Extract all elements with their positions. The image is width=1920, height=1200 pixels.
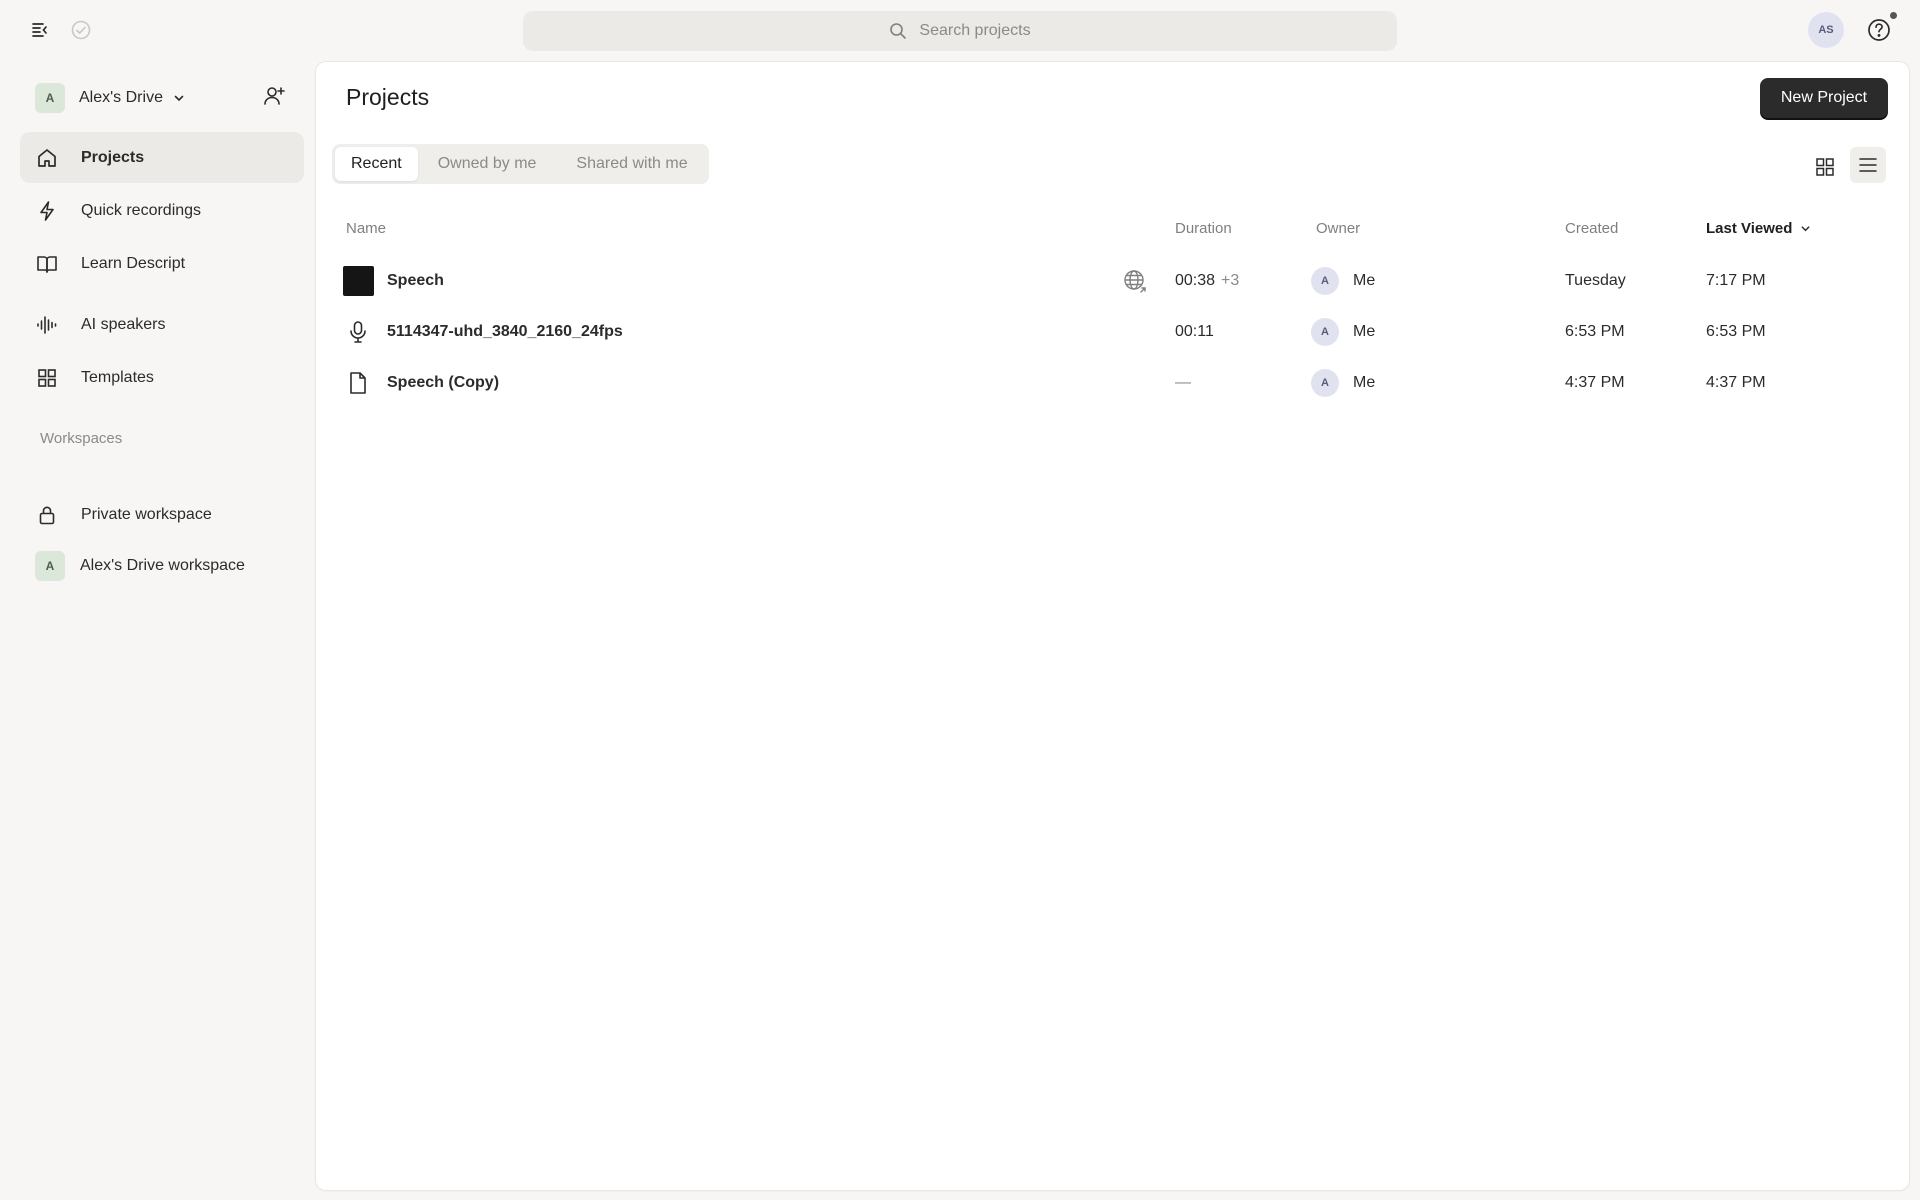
sidebar-item-label: Private workspace bbox=[81, 505, 212, 523]
created-date: 4:37 PM bbox=[1565, 373, 1625, 391]
search-bar[interactable]: Search projects bbox=[523, 11, 1397, 51]
filter-tabs: Recent Owned by me Shared with me bbox=[332, 144, 709, 184]
duration-value: 00:11 bbox=[1175, 322, 1214, 340]
column-header-duration[interactable]: Duration bbox=[1175, 220, 1232, 237]
sidebar-item-private-workspace[interactable]: Private workspace bbox=[20, 489, 304, 540]
duration-value: — bbox=[1175, 373, 1191, 391]
sidebar-item-label: Projects bbox=[81, 148, 145, 166]
search-placeholder: Search projects bbox=[919, 22, 1031, 39]
owner-name: Me bbox=[1353, 322, 1376, 340]
sidebar-item-templates[interactable]: Templates bbox=[20, 352, 304, 403]
column-header-last-viewed[interactable]: Last Viewed bbox=[1706, 220, 1811, 237]
grid-icon bbox=[36, 365, 76, 391]
tab-owned-by-me[interactable]: Owned by me bbox=[418, 147, 557, 181]
sidebar-item-drive-workspace[interactable]: A Alex's Drive workspace bbox=[20, 540, 304, 591]
chevron-down-icon bbox=[173, 92, 185, 104]
last-viewed-date: 7:17 PM bbox=[1706, 271, 1766, 289]
workspace-avatar: A bbox=[35, 550, 75, 581]
drive-name: Alex's Drive bbox=[79, 89, 163, 106]
column-header-created[interactable]: Created bbox=[1565, 220, 1618, 237]
duration: 00:11 bbox=[1175, 306, 1214, 357]
table-row[interactable]: Speech (Copy) — A Me 4:37 PM 4:37 PM bbox=[316, 357, 1909, 408]
list-view-icon[interactable] bbox=[1850, 147, 1886, 183]
owner-avatar: A bbox=[1311, 368, 1339, 397]
sidebar-item-quick-recordings[interactable]: Quick recordings bbox=[20, 185, 304, 236]
lock-icon bbox=[36, 502, 76, 528]
sidebar-item-label: Templates bbox=[81, 368, 154, 386]
column-header-name[interactable]: Name bbox=[346, 220, 386, 237]
project-name: Speech bbox=[387, 271, 444, 289]
lightning-icon bbox=[36, 198, 76, 224]
sidebar: A Alex's Drive Projects Quick recordings bbox=[0, 60, 316, 1200]
sidebar-item-projects[interactable]: Projects bbox=[20, 132, 304, 183]
book-icon bbox=[36, 251, 76, 277]
owner-name: Me bbox=[1353, 373, 1376, 391]
drive-switcher[interactable]: A Alex's Drive bbox=[35, 82, 185, 114]
project-name: Speech (Copy) bbox=[387, 373, 500, 391]
sort-chevron-down-icon bbox=[1800, 223, 1811, 234]
add-member-icon[interactable] bbox=[262, 84, 288, 110]
duration: — bbox=[1175, 357, 1191, 408]
projects-panel: Projects New Project Recent Owned by me … bbox=[316, 62, 1909, 1190]
last-viewed-date: 6:53 PM bbox=[1706, 322, 1766, 340]
sidebar-item-label: Quick recordings bbox=[81, 201, 202, 219]
search-icon bbox=[889, 22, 907, 40]
home-icon bbox=[36, 145, 76, 171]
sidebar-item-label: Learn Descript bbox=[81, 254, 186, 272]
table-row[interactable]: 5114347-uhd_3840_2160_24fps 00:11 A Me 6… bbox=[316, 306, 1909, 357]
owner-name: Me bbox=[1353, 271, 1376, 289]
column-header-label: Last Viewed bbox=[1706, 220, 1793, 237]
owner: A Me bbox=[1311, 255, 1375, 306]
owner: A Me bbox=[1311, 306, 1375, 357]
sidebar-toggle-icon[interactable] bbox=[27, 17, 53, 43]
new-project-button[interactable]: New Project bbox=[1760, 78, 1888, 118]
help-icon[interactable] bbox=[1866, 17, 1892, 43]
tab-shared-with-me[interactable]: Shared with me bbox=[556, 147, 705, 181]
duration-value: 00:38 bbox=[1175, 271, 1216, 289]
notification-dot bbox=[1890, 12, 1897, 19]
microphone-icon bbox=[342, 306, 374, 357]
duration: 00:38 +3 bbox=[1175, 255, 1239, 306]
page-title: Projects bbox=[346, 84, 430, 110]
globe-share-icon[interactable] bbox=[1122, 255, 1150, 306]
owner-avatar: A bbox=[1311, 266, 1339, 295]
workspaces-heading: Workspaces bbox=[40, 430, 123, 447]
duration-extra: +3 bbox=[1221, 271, 1240, 289]
tab-recent[interactable]: Recent bbox=[335, 147, 418, 181]
created-date: Tuesday bbox=[1565, 271, 1626, 289]
created-date: 6:53 PM bbox=[1565, 322, 1625, 340]
sidebar-item-label: Alex's Drive workspace bbox=[80, 556, 245, 574]
sidebar-item-learn-descript[interactable]: Learn Descript bbox=[20, 238, 304, 289]
table-row[interactable]: Speech 00:38 +3 A Me Tuesday 7:17 PM bbox=[316, 255, 1909, 306]
column-header-owner[interactable]: Owner bbox=[1316, 220, 1360, 237]
top-bar: Search projects AS bbox=[0, 0, 1920, 60]
document-icon bbox=[342, 357, 374, 408]
project-thumbnail bbox=[342, 255, 374, 306]
user-avatar[interactable]: AS bbox=[1808, 12, 1844, 48]
grid-view-icon[interactable] bbox=[1808, 150, 1842, 184]
drive-avatar: A bbox=[35, 83, 65, 113]
owner: A Me bbox=[1311, 357, 1375, 408]
sync-status-icon[interactable] bbox=[68, 17, 94, 43]
waveform-icon bbox=[36, 312, 76, 338]
sidebar-item-ai-speakers[interactable]: AI speakers bbox=[20, 299, 304, 350]
owner-avatar: A bbox=[1311, 317, 1339, 346]
last-viewed-date: 4:37 PM bbox=[1706, 373, 1766, 391]
workspace-avatar-letter: A bbox=[35, 550, 65, 581]
project-name: 5114347-uhd_3840_2160_24fps bbox=[387, 322, 623, 340]
sidebar-item-label: AI speakers bbox=[81, 315, 166, 333]
